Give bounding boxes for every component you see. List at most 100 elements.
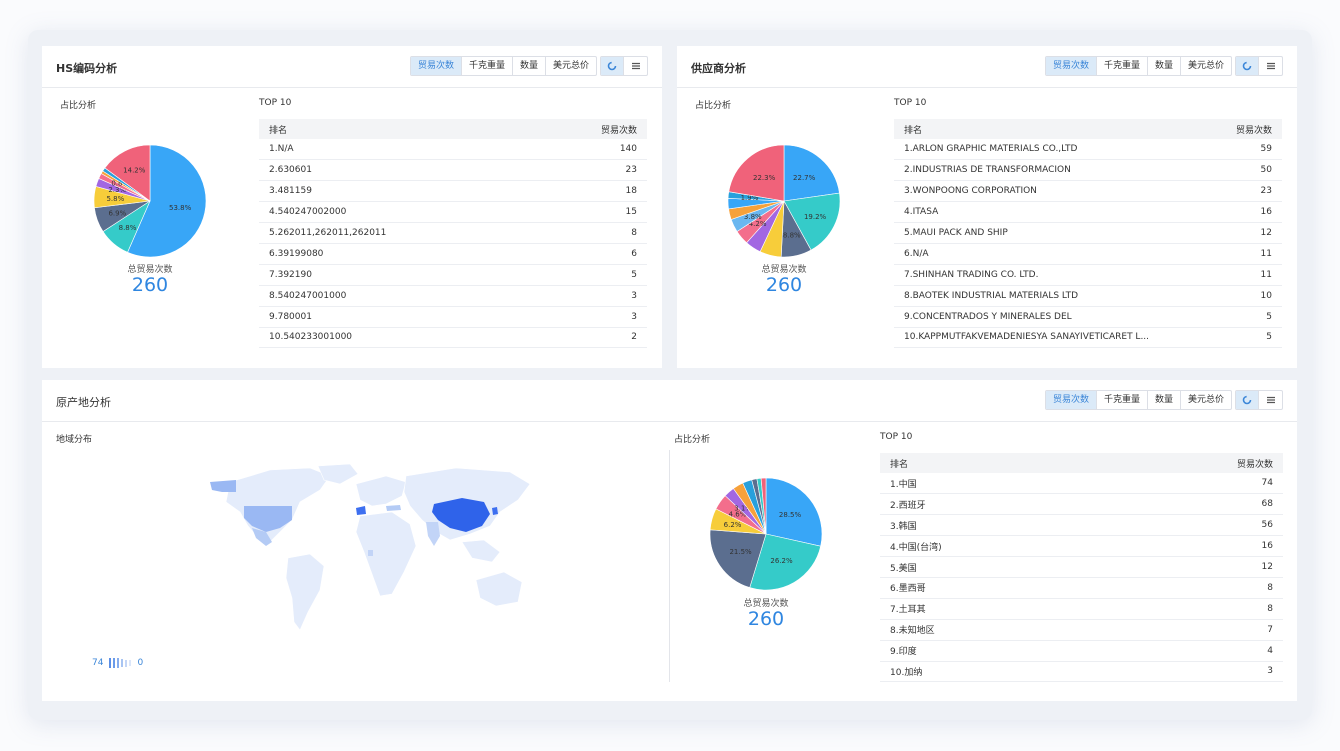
row-value: 56 (1106, 514, 1283, 537)
table-row[interactable]: 6.N/A 11 (894, 243, 1282, 265)
table-row[interactable]: 9.印度 4 (880, 640, 1283, 662)
list-view-button[interactable] (624, 57, 647, 75)
row-name: 6.墨西哥 (880, 577, 1107, 599)
table-row[interactable]: 2.INDUSTRIAS DE TRANSFORMACION 50 (894, 159, 1282, 182)
table-row[interactable]: 4.中国(台湾) 16 (880, 535, 1283, 558)
row-name: 9.CONCENTRADOS Y MINERALES DEL (894, 306, 1215, 328)
panel-title: HS编码分析 (56, 62, 118, 75)
origin-panel: 原产地分析 贸易次数 千克重量 数量 美元总价 地域分布 74 0 占比分析 2… (42, 380, 1297, 701)
pie-chart-icon (607, 61, 617, 71)
table-row[interactable]: 1.中国 74 (880, 473, 1283, 495)
table-row[interactable]: 9.CONCENTRADOS Y MINERALES DEL 5 (894, 306, 1282, 328)
row-value: 59 (1214, 139, 1282, 161)
table-row[interactable]: 3.WONPOONG CORPORATION 23 (894, 180, 1282, 203)
row-value: 7 (1106, 619, 1283, 641)
row-value: 11 (1214, 243, 1282, 265)
row-name: 3.韩国 (880, 514, 1107, 537)
tab-weight-kg[interactable]: 千克重量 (462, 57, 514, 75)
row-value: 50 (1214, 159, 1282, 182)
row-name: 4.中国(台湾) (880, 535, 1107, 558)
rank-column-header: 排名 (894, 119, 1215, 139)
table-header-row: 排名 贸易次数 (259, 119, 647, 139)
map-country-ghana (368, 550, 373, 556)
tab-quantity[interactable]: 数量 (513, 57, 547, 75)
table-row[interactable]: 2.西班牙 68 (880, 493, 1283, 516)
table-row[interactable]: 5.262011,262011,262011 8 (259, 222, 647, 244)
row-value: 68 (1106, 493, 1283, 516)
pie-view-button[interactable] (1236, 57, 1259, 75)
origin-pie-chart: 28.5%26.2%21.5%6.2%4.6%3.1% (709, 477, 823, 591)
pie-view-button[interactable] (601, 57, 624, 75)
pie-view-button[interactable] (1236, 391, 1259, 409)
table-row[interactable]: 1.N/A 140 (259, 139, 647, 161)
tab-usd-total[interactable]: 美元总价 (1181, 391, 1231, 409)
row-name: 9.印度 (880, 640, 1107, 662)
tab-trade-count[interactable]: 贸易次数 (1046, 391, 1098, 409)
list-icon (1266, 396, 1275, 404)
row-name: 6.N/A (894, 243, 1215, 265)
table-row[interactable]: 8.BAOTEK INDUSTRIAL MATERIALS LTD 10 (894, 285, 1282, 307)
row-name: 5.262011,262011,262011 (259, 222, 535, 244)
list-view-button[interactable] (1259, 391, 1282, 409)
table-row[interactable]: 8.未知地区 7 (880, 619, 1283, 641)
table-row[interactable]: 6.39199080 6 (259, 243, 647, 265)
map-legend: 74 0 (92, 658, 143, 668)
table-row[interactable]: 6.墨西哥 8 (880, 577, 1283, 599)
map-section-label: 地域分布 (56, 435, 93, 445)
row-value: 3 (534, 285, 647, 307)
view-toggle (1235, 390, 1283, 410)
pie-section-label: 占比分析 (674, 435, 711, 445)
row-value: 15 (534, 201, 647, 224)
tab-weight-kg[interactable]: 千克重量 (1097, 57, 1149, 75)
row-value: 6 (534, 243, 647, 265)
panel-title: 原产地分析 (56, 396, 111, 409)
pie-slice[interactable] (783, 144, 840, 202)
list-view-button[interactable] (1259, 57, 1282, 75)
table-row[interactable]: 10.加纳 3 (880, 661, 1283, 683)
pie-slice-label: 21.5% (729, 548, 752, 556)
row-name: 8.未知地区 (880, 619, 1107, 641)
row-value: 2 (534, 327, 647, 349)
supplier-panel: 供应商分析 贸易次数 千克重量 数量 美元总价 占比分析 22.7% 19.2% 8… (677, 46, 1297, 368)
table-row[interactable]: 1.ARLON GRAPHIC MATERIALS CO.,LTD 59 (894, 139, 1282, 161)
tab-trade-count[interactable]: 贸易次数 (411, 57, 463, 75)
row-value: 10 (1214, 285, 1282, 307)
table-row[interactable]: 4.540247002000 15 (259, 201, 647, 224)
row-name: 2.西班牙 (880, 493, 1107, 516)
pie-slice-label: 26.2% (770, 557, 793, 565)
table-row[interactable]: 10.540233001000 2 (259, 327, 647, 349)
table-row[interactable]: 3.481159 18 (259, 180, 647, 203)
panel-title: 供应商分析 (691, 62, 746, 75)
table-row[interactable]: 5.美国 12 (880, 556, 1283, 578)
pie-chart-icon (1242, 395, 1252, 405)
map-region-africa (355, 511, 417, 597)
table-row[interactable]: 8.540247001000 3 (259, 285, 647, 307)
tab-quantity[interactable]: 数量 (1148, 391, 1182, 409)
table-row[interactable]: 7.392190 5 (259, 264, 647, 286)
tab-trade-count[interactable]: 贸易次数 (1046, 57, 1098, 75)
row-name: 7.SHINHAN TRADING CO. LTD. (894, 264, 1215, 286)
map-country-korea (492, 507, 498, 515)
tab-usd-total[interactable]: 美元总价 (1181, 57, 1231, 75)
pie-slice-label: 22.7% (793, 174, 816, 182)
table-row[interactable]: 7.土耳其 8 (880, 598, 1283, 620)
pie-slice-label: 8.8% (783, 231, 801, 239)
top-section-label: TOP 10 (894, 98, 927, 108)
table-row[interactable]: 4.ITASA 16 (894, 201, 1282, 224)
row-value: 11 (1214, 264, 1282, 286)
tab-usd-total[interactable]: 美元总价 (546, 57, 596, 75)
row-value: 3 (1106, 661, 1283, 683)
list-icon (631, 62, 640, 70)
tab-weight-kg[interactable]: 千克重量 (1097, 391, 1149, 409)
table-row[interactable]: 9.780001 3 (259, 306, 647, 328)
table-row[interactable]: 10.KAPPMUTFAKVEMADENIESYA SANAYIVETICARE… (894, 327, 1282, 349)
table-row[interactable]: 5.MAUI PACK AND SHIP 12 (894, 222, 1282, 244)
tab-quantity[interactable]: 数量 (1148, 57, 1182, 75)
pie-slice-label: 14.2% (123, 167, 146, 175)
pie-section-label: 占比分析 (60, 101, 97, 111)
table-row[interactable]: 3.韩国 56 (880, 514, 1283, 537)
row-name: 7.土耳其 (880, 598, 1107, 620)
table-row[interactable]: 7.SHINHAN TRADING CO. LTD. 11 (894, 264, 1282, 286)
row-name: 4.ITASA (894, 201, 1215, 224)
table-row[interactable]: 2.630601 23 (259, 159, 647, 182)
